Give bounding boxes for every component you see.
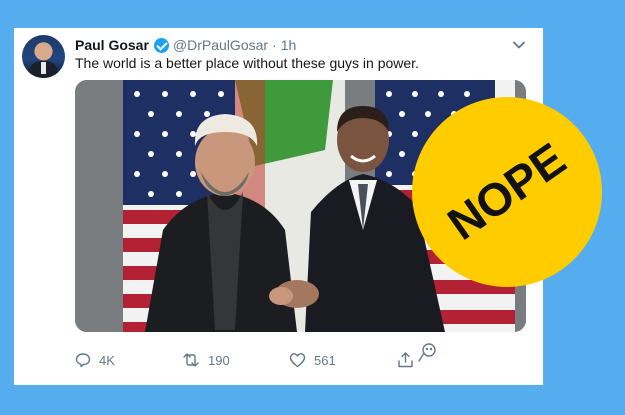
verified-badge-icon	[153, 37, 169, 53]
chevron-down-icon[interactable]	[512, 38, 526, 52]
like-icon	[289, 353, 306, 368]
tweet-header: Paul Gosar @DrPaulGosar · 1h	[75, 36, 296, 54]
avatar[interactable]	[22, 35, 65, 78]
share-icon	[398, 352, 413, 368]
reply-button[interactable]: 4K	[75, 350, 115, 370]
avatar-shirt	[41, 62, 46, 74]
tweet-timestamp[interactable]: 1h	[281, 36, 297, 54]
author-handle[interactable]: @DrPaulGosar	[173, 36, 268, 54]
pin-icon	[418, 343, 436, 362]
reply-count: 4K	[99, 352, 115, 368]
nope-badge: NOPE	[412, 97, 602, 287]
like-count: 561	[314, 352, 336, 368]
tweet-text: The world is a better place without thes…	[75, 55, 419, 71]
reply-icon	[75, 353, 91, 368]
header-separator: ·	[272, 37, 277, 53]
like-button[interactable]: 561	[289, 350, 336, 370]
author-name[interactable]: Paul Gosar	[75, 36, 149, 54]
retweet-count: 190	[208, 352, 230, 368]
cursor-pin	[415, 343, 439, 364]
share-button[interactable]	[397, 350, 414, 370]
retweet-icon	[183, 353, 199, 367]
retweet-button[interactable]: 190	[182, 350, 230, 370]
tweet-actions: 4K 190 561	[75, 343, 455, 370]
